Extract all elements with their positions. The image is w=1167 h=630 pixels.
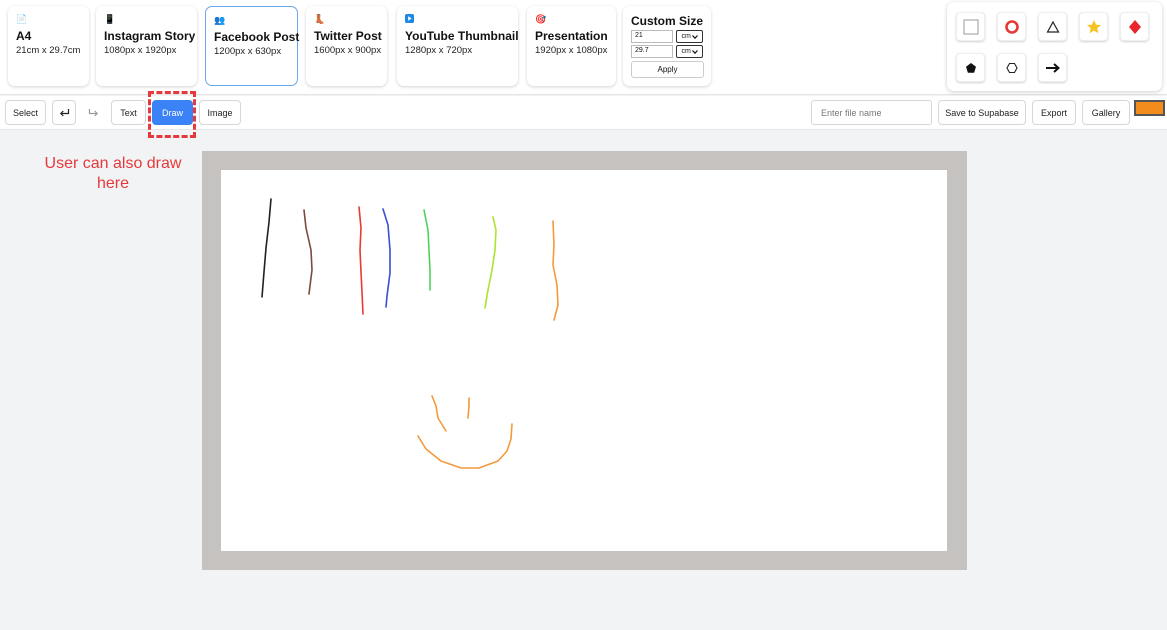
annotation-text: User can also draw here	[44, 155, 182, 192]
custom-height-input[interactable]: 29.7	[631, 45, 674, 58]
preset-facebook-post[interactable]: 👥 Facebook Post 1200px x 630px	[205, 6, 300, 86]
undo-icon	[59, 109, 69, 117]
triangle-icon	[1045, 20, 1060, 33]
diamond-shape-button[interactable]	[1120, 12, 1149, 41]
preset-size: 1200px x 630px	[214, 46, 282, 57]
orange-smile-mouth	[417, 423, 513, 469]
arrow-shape-button[interactable]	[1038, 53, 1067, 82]
diamond-icon	[1128, 19, 1141, 34]
height-unit-select[interactable]: cm	[676, 45, 703, 58]
undo-button[interactable]	[52, 100, 76, 125]
preset-size: 1920px x 1080px	[535, 45, 608, 56]
redo-button[interactable]	[81, 100, 105, 125]
hexagon-shape-button[interactable]	[997, 53, 1026, 82]
green-stroke	[423, 209, 431, 291]
width-unit-select[interactable]: cm	[676, 30, 703, 43]
arrow-icon	[1045, 62, 1060, 73]
hexagon-icon	[1005, 62, 1018, 73]
people-icon: 👥	[214, 15, 226, 25]
preset-name: Instagram Story	[104, 29, 196, 43]
canvas-frame	[202, 151, 967, 570]
boot-icon: 👢	[314, 14, 326, 24]
preset-instagram-story[interactable]: 📱 Instagram Story 1080px x 1920px	[96, 6, 197, 86]
red-stroke	[358, 206, 364, 315]
preset-youtube-thumbnail[interactable]: YouTube Thumbnail 1280px x 720px	[397, 6, 519, 86]
black-stroke	[261, 198, 272, 298]
document-icon: 📄	[16, 14, 28, 24]
custom-size-panel: Custom Size 21 cm 29.7 cm Apply	[623, 6, 711, 86]
phone-icon: 📱	[104, 14, 116, 24]
preset-size: 21cm x 29.7cm	[16, 45, 81, 56]
blue-stroke	[382, 208, 391, 308]
drawing-strokes	[261, 198, 559, 469]
image-tool-button[interactable]: Image	[199, 100, 241, 125]
gallery-button[interactable]: Gallery	[1082, 100, 1130, 125]
preset-twitter-post[interactable]: 👢 Twitter Post 1600px x 900px	[306, 6, 387, 86]
star-shape-button[interactable]	[1079, 12, 1108, 41]
preset-size: 1080px x 1920px	[104, 45, 177, 56]
select-tool-button[interactable]: Select	[5, 100, 46, 125]
save-to-supabase-button[interactable]: Save to Supabase	[938, 100, 1026, 125]
target-icon: 🎯	[535, 14, 547, 24]
preset-size: 1280px x 720px	[405, 45, 473, 56]
preset-name: A4	[16, 29, 32, 43]
pentagon-icon	[965, 62, 976, 73]
chevron-down-icon	[691, 49, 698, 54]
drawing-canvas[interactable]	[221, 170, 947, 551]
rectangle-icon	[963, 19, 978, 34]
preset-a4[interactable]: 📄 A4 21cm x 29.7cm	[8, 6, 89, 86]
circle-icon	[1004, 19, 1019, 34]
custom-size-title: Custom Size	[631, 14, 704, 28]
width-unit-value: cm	[681, 33, 691, 40]
custom-width-input[interactable]: 21	[631, 30, 674, 43]
star-icon	[1086, 19, 1101, 33]
redo-icon	[88, 109, 98, 117]
orange-smile-left	[431, 395, 447, 432]
preset-name: YouTube Thumbnail	[405, 29, 519, 43]
preset-name: Presentation	[535, 29, 608, 43]
draw-highlight-box	[148, 91, 196, 138]
orange-smile-right	[467, 397, 470, 419]
height-unit-value: cm	[681, 48, 691, 55]
pentagon-shape-button[interactable]	[956, 53, 985, 82]
preset-name: Twitter Post	[314, 29, 382, 43]
chevron-down-icon	[691, 34, 698, 39]
play-icon	[405, 14, 510, 25]
circle-shape-button[interactable]	[997, 12, 1026, 41]
apply-button[interactable]: Apply	[631, 61, 704, 78]
preset-presentation[interactable]: 🎯 Presentation 1920px x 1080px	[527, 6, 616, 86]
preset-name: Facebook Post	[214, 30, 300, 44]
brown-stroke	[303, 209, 313, 295]
export-button[interactable]: Export	[1032, 100, 1076, 125]
yellow-green-stroke	[484, 216, 497, 309]
preset-size: 1600px x 900px	[314, 45, 382, 56]
color-picker[interactable]	[1134, 100, 1165, 116]
rectangle-shape-button[interactable]	[956, 12, 985, 41]
shapes-panel	[947, 2, 1162, 91]
text-tool-button[interactable]: Text	[111, 100, 146, 125]
orange-stroke	[552, 220, 559, 321]
file-name-input[interactable]: Enter file name	[811, 100, 932, 125]
triangle-shape-button[interactable]	[1038, 12, 1067, 41]
